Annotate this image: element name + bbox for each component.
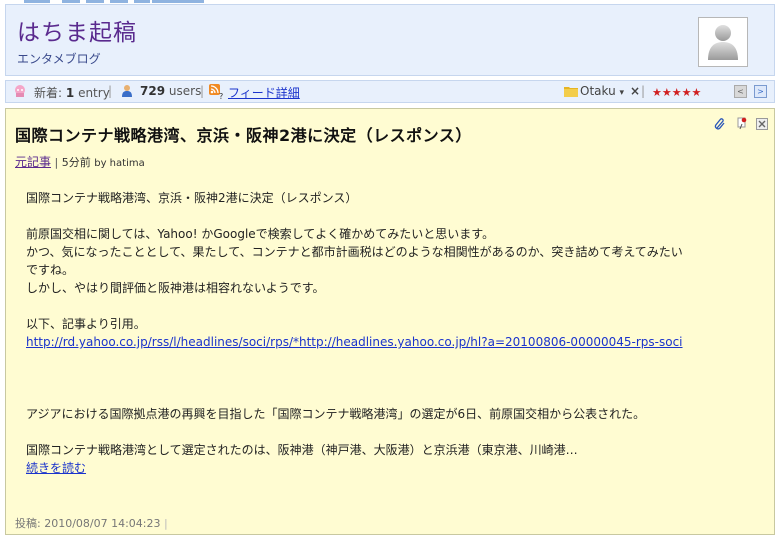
- top-strip: [0, 0, 779, 3]
- body-line: かつ、気になったこととして、果たして、コンテナと都市計画税はどのような相関性があ…: [26, 245, 683, 259]
- prev-button[interactable]: <: [734, 85, 747, 98]
- body-line: 前原国交相に関しては、Yahoo! かGoogleで検索してよく確かめてみたいと…: [26, 227, 495, 241]
- new-count: 新着: 1 entry: [34, 86, 110, 100]
- users-icon: [120, 84, 134, 101]
- rating-stars[interactable]: ★★★★★: [652, 86, 701, 99]
- category-select[interactable]: Otaku ▾: [580, 84, 624, 98]
- separator: |: [108, 84, 113, 98]
- category-remove-button[interactable]: ×: [630, 84, 640, 98]
- close-icon[interactable]: [756, 115, 768, 130]
- pin-icon[interactable]: [736, 115, 748, 130]
- entry-body: 国際コンテナ戦略港湾、京浜・阪神2港に決定（レスポンス） 前原国交相に関しては、…: [26, 189, 756, 477]
- site-subtitle: エンタメブログ: [17, 52, 101, 66]
- user-avatar-icon[interactable]: [698, 17, 748, 67]
- toolbar: 新着: 1 entry | 729 users | ? フィード詳細 Otaku…: [5, 80, 775, 103]
- separator: |: [200, 84, 205, 98]
- posted-date: 投稿: 2010/08/07 14:04:23 |: [15, 517, 168, 530]
- body-line: 国際コンテナ戦略港湾、京浜・阪神2港に決定（レスポンス）: [26, 191, 358, 205]
- feed-details-link[interactable]: フィード詳細: [228, 84, 300, 101]
- body-line: しかし、やはり間評価と阪神港は相容れないようです。: [26, 281, 325, 295]
- svg-text:?: ?: [219, 92, 223, 99]
- entry-meta: 元記事 | 5分前 by hatima: [15, 153, 145, 170]
- rss-feed-icon[interactable]: ?: [209, 84, 224, 102]
- body-line: アジアにおける国際拠点港の再興を目指した「国際コンテナ戦略港湾」の選定が6日、前…: [26, 407, 646, 421]
- body-line: ですね。: [26, 263, 75, 277]
- site-header: はちま起稿 エンタメブログ: [5, 4, 775, 76]
- folder-icon: [564, 85, 578, 100]
- body-line: 国際コンテナ戦略港湾として選定されたのは、阪神港（神戸港、大阪港）と京浜港（東京…: [26, 443, 578, 457]
- body-line: 以下、記事より引用。: [26, 317, 146, 331]
- read-more-link[interactable]: 続きを読む: [26, 461, 86, 475]
- entry-title[interactable]: 国際コンテナ戦略港湾、京浜・阪神2港に決定（レスポンス）: [15, 122, 472, 146]
- entry-card: 国際コンテナ戦略港湾、京浜・阪神2港に決定（レスポンス） 元記事 | 5分前 b…: [5, 108, 775, 535]
- author: by hatima: [94, 158, 145, 169]
- time-ago: 5分前: [61, 156, 91, 169]
- article-link[interactable]: http://rd.yahoo.co.jp/rss/l/headlines/so…: [26, 335, 683, 349]
- separator: |: [54, 156, 59, 169]
- paperclip-icon[interactable]: [714, 115, 726, 130]
- site-title[interactable]: はちま起稿: [17, 13, 137, 47]
- source-link[interactable]: 元記事: [15, 155, 51, 169]
- users-count: 729 users: [140, 84, 202, 98]
- next-button[interactable]: >: [754, 85, 767, 98]
- new-items-icon: [13, 84, 27, 101]
- separator: |: [641, 84, 646, 98]
